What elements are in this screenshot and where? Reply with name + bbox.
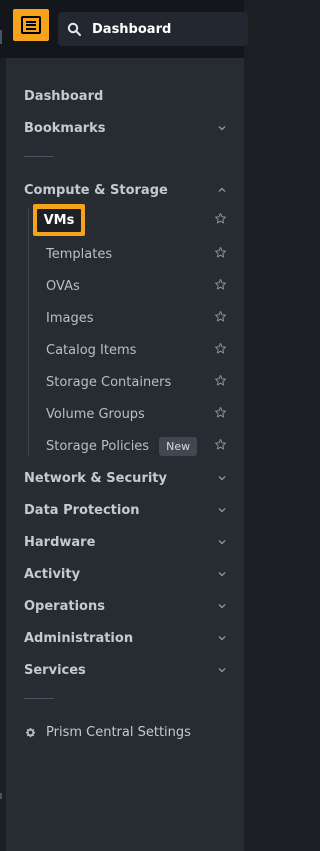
edge-mark xyxy=(0,30,2,44)
star-icon[interactable] xyxy=(214,246,227,259)
sub-item-templates[interactable]: Templates xyxy=(46,242,244,266)
nav-item-services[interactable]: Services xyxy=(24,658,244,682)
sub-item-volume-groups[interactable]: Volume Groups xyxy=(46,402,244,426)
sub-item-images[interactable]: Images xyxy=(46,306,244,330)
sub-item-label: VMs xyxy=(36,208,82,232)
nav-item-network-security[interactable]: Network & Security xyxy=(24,466,244,490)
nav-item-activity[interactable]: Activity xyxy=(24,562,244,586)
sub-item-vms[interactable]: VMs xyxy=(33,204,85,236)
nav-item-label: Network & Security xyxy=(24,470,167,486)
divider xyxy=(24,698,54,699)
star-icon[interactable] xyxy=(214,278,227,291)
chevron-down-icon xyxy=(218,572,226,577)
navigation-panel: Dashboard Bookmarks Compute & Storage VM… xyxy=(6,58,244,851)
nav-item-label: Dashboard xyxy=(24,88,104,104)
divider xyxy=(24,156,54,157)
sub-item-ovas[interactable]: OVAs xyxy=(46,274,244,298)
sub-item-storage-containers[interactable]: Storage Containers xyxy=(46,370,244,394)
sub-item-label: Volume Groups xyxy=(46,406,145,422)
nav-item-label: Prism Central Settings xyxy=(46,724,191,740)
star-button[interactable] xyxy=(206,208,244,232)
tree-line xyxy=(28,208,29,457)
new-badge: New xyxy=(159,436,198,456)
nav-item-label: Data Protection xyxy=(24,502,140,518)
nav-item-hardware[interactable]: Hardware xyxy=(24,530,244,554)
sub-item-catalog-items[interactable]: Catalog Items xyxy=(46,338,244,362)
nav-item-label: Compute & Storage xyxy=(24,182,168,198)
hamburger-menu-button[interactable] xyxy=(13,9,49,41)
chevron-down-icon xyxy=(218,126,226,131)
sub-item-label: Templates xyxy=(46,246,113,262)
nav-item-label: Services xyxy=(24,662,86,678)
chevron-down-icon xyxy=(218,636,226,641)
star-icon[interactable] xyxy=(214,310,227,323)
nav-item-label: Hardware xyxy=(24,534,96,550)
nav-item-compute-storage[interactable]: Compute & Storage xyxy=(24,178,244,202)
sub-item-label: Storage Policies xyxy=(46,438,150,454)
nav-item-dashboard[interactable]: Dashboard xyxy=(24,84,244,108)
nav-item-operations[interactable]: Operations xyxy=(24,594,244,618)
star-icon[interactable] xyxy=(214,438,227,451)
nav-item-bookmarks[interactable]: Bookmarks xyxy=(24,116,244,140)
gear-icon xyxy=(25,727,36,737)
hamburger-menu-icon xyxy=(21,16,41,34)
nav-item-label: Administration xyxy=(24,630,134,646)
sub-item-storage-policies[interactable]: Storage Policies New xyxy=(46,434,244,458)
top-bar: Dashboard xyxy=(0,0,248,58)
edge-mark xyxy=(0,793,2,799)
chevron-down-icon xyxy=(218,508,226,513)
nav-item-prism-central-settings[interactable]: Prism Central Settings xyxy=(24,720,244,744)
search-value: Dashboard xyxy=(92,21,172,37)
search-input[interactable]: Dashboard xyxy=(58,12,248,46)
chevron-down-icon xyxy=(218,604,226,609)
chevron-down-icon xyxy=(218,476,226,481)
chevron-down-icon xyxy=(218,668,226,673)
chevron-down-icon xyxy=(218,540,226,545)
star-icon[interactable] xyxy=(214,374,227,387)
nav-item-label: Bookmarks xyxy=(24,120,106,136)
nav-item-label: Operations xyxy=(24,598,105,614)
nav-item-data-protection[interactable]: Data Protection xyxy=(24,498,244,522)
star-icon[interactable] xyxy=(214,342,227,355)
star-icon[interactable] xyxy=(214,406,227,419)
nav-item-administration[interactable]: Administration xyxy=(24,626,244,650)
search-icon xyxy=(67,22,81,36)
sub-item-label: Catalog Items xyxy=(46,342,137,358)
sub-item-label: Images xyxy=(46,310,94,326)
chevron-up-icon xyxy=(218,187,226,192)
sub-item-label: Storage Containers xyxy=(46,374,172,390)
sub-item-label: OVAs xyxy=(46,278,80,294)
nav-item-label: Activity xyxy=(24,566,81,582)
star-icon xyxy=(215,213,226,224)
